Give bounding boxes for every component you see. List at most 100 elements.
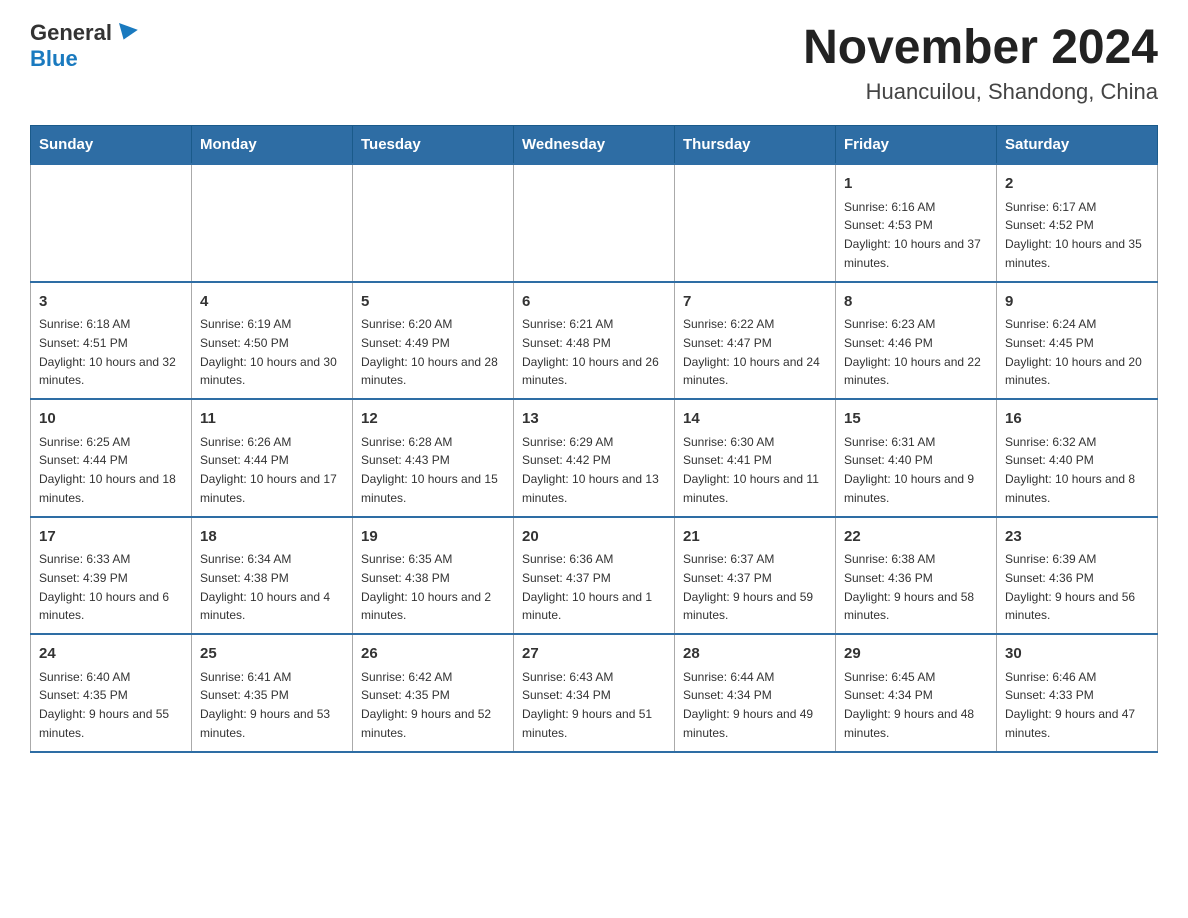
calendar-week-row: 10 Sunrise: 6:25 AM Sunset: 4:44 PM Dayli…	[31, 399, 1158, 517]
day-info: Sunrise: 6:31 AM Sunset: 4:40 PM Dayligh…	[844, 435, 974, 505]
calendar-cell: 28Sunrise: 6:44 AM Sunset: 4:34 PM Dayli…	[675, 634, 836, 752]
day-info: Sunrise: 6:29 AM Sunset: 4:42 PM Dayligh…	[522, 435, 659, 505]
weekday-header-monday: Monday	[192, 126, 353, 165]
weekday-header-tuesday: Tuesday	[353, 126, 514, 165]
calendar-cell: 8 Sunrise: 6:23 AM Sunset: 4:46 PM Daylig…	[836, 282, 997, 400]
calendar-cell: 24 Sunrise: 6:40 AM Sunset: 4:35 PM Dayli…	[31, 634, 192, 752]
page-header: General Blue November 2024 Huancuilou, S…	[30, 20, 1158, 105]
day-info: Sunrise: 6:42 AM Sunset: 4:35 PM Dayligh…	[361, 670, 491, 740]
day-info: Sunrise: 6:19 AM Sunset: 4:50 PM Dayligh…	[200, 317, 337, 387]
calendar-cell: 10 Sunrise: 6:25 AM Sunset: 4:44 PM Dayli…	[31, 399, 192, 517]
calendar-cell: 23 Sunrise: 6:39 AM Sunset: 4:36 PM Dayli…	[997, 517, 1158, 635]
day-number: 28	[683, 643, 827, 666]
calendar-cell	[192, 164, 353, 282]
day-info: Sunrise: 6:40 AM Sunset: 4:35 PM Dayligh…	[39, 670, 169, 740]
day-info: Sunrise: 6:22 AM Sunset: 4:47 PM Dayligh…	[683, 317, 820, 387]
day-info: Sunrise: 6:18 AM Sunset: 4:51 PM Dayligh…	[39, 317, 176, 387]
calendar-cell: 12 Sunrise: 6:28 AM Sunset: 4:43 PM Dayli…	[353, 399, 514, 517]
calendar-cell: 5Sunrise: 6:20 AM Sunset: 4:49 PM Daylig…	[353, 282, 514, 400]
day-number: 24	[39, 643, 183, 666]
day-info: Sunrise: 6:38 AM Sunset: 4:36 PM Dayligh…	[844, 552, 974, 622]
day-number: 15	[844, 408, 988, 431]
day-number: 14	[683, 408, 827, 431]
calendar-cell: 18 Sunrise: 6:34 AM Sunset: 4:38 PM Dayli…	[192, 517, 353, 635]
calendar-cell: 7 Sunrise: 6:22 AM Sunset: 4:47 PM Daylig…	[675, 282, 836, 400]
day-info: Sunrise: 6:43 AM Sunset: 4:34 PM Dayligh…	[522, 670, 652, 740]
weekday-header-wednesday: Wednesday	[514, 126, 675, 165]
calendar-cell: 29 Sunrise: 6:45 AM Sunset: 4:34 PM Dayli…	[836, 634, 997, 752]
calendar-cell: 26 Sunrise: 6:42 AM Sunset: 4:35 PM Dayli…	[353, 634, 514, 752]
calendar-cell: 11 Sunrise: 6:26 AM Sunset: 4:44 PM Dayli…	[192, 399, 353, 517]
title-area: November 2024 Huancuilou, Shandong, Chin…	[803, 20, 1158, 105]
day-number: 19	[361, 526, 505, 549]
logo-triangle-icon	[114, 23, 138, 43]
day-info: Sunrise: 6:16 AM Sunset: 4:53 PM Dayligh…	[844, 200, 981, 270]
weekday-header-friday: Friday	[836, 126, 997, 165]
day-info: Sunrise: 6:26 AM Sunset: 4:44 PM Dayligh…	[200, 435, 337, 505]
day-info: Sunrise: 6:46 AM Sunset: 4:33 PM Dayligh…	[1005, 670, 1135, 740]
day-number: 10	[39, 408, 183, 431]
calendar-week-row: 17 Sunrise: 6:33 AM Sunset: 4:39 PM Dayli…	[31, 517, 1158, 635]
day-number: 25	[200, 643, 344, 666]
day-info: Sunrise: 6:17 AM Sunset: 4:52 PM Dayligh…	[1005, 200, 1142, 270]
calendar-cell	[31, 164, 192, 282]
calendar-cell: 27Sunrise: 6:43 AM Sunset: 4:34 PM Dayli…	[514, 634, 675, 752]
calendar-table: SundayMondayTuesdayWednesdayThursdayFrid…	[30, 125, 1158, 753]
day-number: 3	[39, 291, 183, 314]
day-info: Sunrise: 6:23 AM Sunset: 4:46 PM Dayligh…	[844, 317, 981, 387]
day-number: 20	[522, 526, 666, 549]
day-info: Sunrise: 6:25 AM Sunset: 4:44 PM Dayligh…	[39, 435, 176, 505]
calendar-cell: 13 Sunrise: 6:29 AM Sunset: 4:42 PM Dayli…	[514, 399, 675, 517]
day-number: 23	[1005, 526, 1149, 549]
day-info: Sunrise: 6:36 AM Sunset: 4:37 PM Dayligh…	[522, 552, 652, 622]
day-info: Sunrise: 6:34 AM Sunset: 4:38 PM Dayligh…	[200, 552, 330, 622]
logo-blue-text: Blue	[30, 46, 78, 72]
calendar-cell: 22 Sunrise: 6:38 AM Sunset: 4:36 PM Dayli…	[836, 517, 997, 635]
calendar-cell: 14 Sunrise: 6:30 AM Sunset: 4:41 PM Dayli…	[675, 399, 836, 517]
day-number: 8	[844, 291, 988, 314]
day-info: Sunrise: 6:35 AM Sunset: 4:38 PM Dayligh…	[361, 552, 491, 622]
logo-general-text: General	[30, 20, 112, 46]
calendar-header-row: SundayMondayTuesdayWednesdayThursdayFrid…	[31, 126, 1158, 165]
logo: General Blue	[30, 20, 136, 72]
day-info: Sunrise: 6:39 AM Sunset: 4:36 PM Dayligh…	[1005, 552, 1135, 622]
day-number: 6	[522, 291, 666, 314]
day-number: 12	[361, 408, 505, 431]
day-number: 13	[522, 408, 666, 431]
calendar-cell: 19 Sunrise: 6:35 AM Sunset: 4:38 PM Dayli…	[353, 517, 514, 635]
day-number: 26	[361, 643, 505, 666]
day-number: 22	[844, 526, 988, 549]
day-number: 7	[683, 291, 827, 314]
day-number: 9	[1005, 291, 1149, 314]
day-info: Sunrise: 6:28 AM Sunset: 4:43 PM Dayligh…	[361, 435, 498, 505]
day-info: Sunrise: 6:37 AM Sunset: 4:37 PM Dayligh…	[683, 552, 813, 622]
day-info: Sunrise: 6:21 AM Sunset: 4:48 PM Dayligh…	[522, 317, 659, 387]
day-number: 2	[1005, 173, 1149, 196]
day-info: Sunrise: 6:24 AM Sunset: 4:45 PM Dayligh…	[1005, 317, 1142, 387]
day-info: Sunrise: 6:32 AM Sunset: 4:40 PM Dayligh…	[1005, 435, 1135, 505]
day-number: 18	[200, 526, 344, 549]
day-number: 29	[844, 643, 988, 666]
calendar-cell: 25 Sunrise: 6:41 AM Sunset: 4:35 PM Dayli…	[192, 634, 353, 752]
calendar-cell	[675, 164, 836, 282]
day-info: Sunrise: 6:30 AM Sunset: 4:41 PM Dayligh…	[683, 435, 819, 505]
day-info: Sunrise: 6:20 AM Sunset: 4:49 PM Dayligh…	[361, 317, 498, 387]
day-number: 17	[39, 526, 183, 549]
day-number: 30	[1005, 643, 1149, 666]
calendar-cell: 16Sunrise: 6:32 AM Sunset: 4:40 PM Dayli…	[997, 399, 1158, 517]
day-info: Sunrise: 6:45 AM Sunset: 4:34 PM Dayligh…	[844, 670, 974, 740]
month-title: November 2024	[803, 20, 1158, 75]
calendar-week-row: 24 Sunrise: 6:40 AM Sunset: 4:35 PM Dayli…	[31, 634, 1158, 752]
day-info: Sunrise: 6:33 AM Sunset: 4:39 PM Dayligh…	[39, 552, 169, 622]
calendar-cell	[353, 164, 514, 282]
calendar-cell: 3 Sunrise: 6:18 AM Sunset: 4:51 PM Daylig…	[31, 282, 192, 400]
day-number: 21	[683, 526, 827, 549]
day-number: 11	[200, 408, 344, 431]
calendar-cell: 21 Sunrise: 6:37 AM Sunset: 4:37 PM Dayli…	[675, 517, 836, 635]
calendar-week-row: 3 Sunrise: 6:18 AM Sunset: 4:51 PM Daylig…	[31, 282, 1158, 400]
day-number: 4	[200, 291, 344, 314]
day-info: Sunrise: 6:41 AM Sunset: 4:35 PM Dayligh…	[200, 670, 330, 740]
calendar-cell	[514, 164, 675, 282]
calendar-cell: 1Sunrise: 6:16 AM Sunset: 4:53 PM Daylig…	[836, 164, 997, 282]
calendar-cell: 17 Sunrise: 6:33 AM Sunset: 4:39 PM Dayli…	[31, 517, 192, 635]
